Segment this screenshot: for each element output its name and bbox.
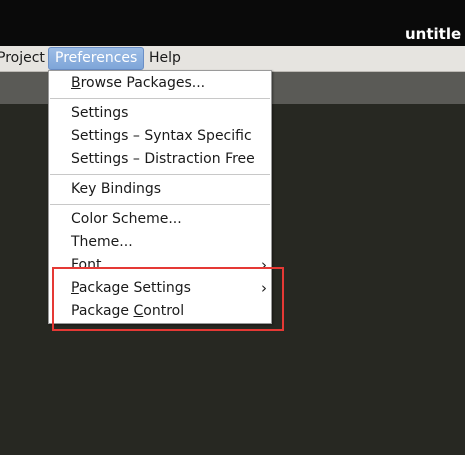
menu-item-key-bindings[interactable]: Key Bindings: [71, 178, 161, 200]
menu-item-theme[interactable]: Theme...: [71, 231, 133, 253]
menu-item-settings-distraction[interactable]: Settings – Distraction Free: [71, 148, 255, 170]
label-part: rowse Packages...: [80, 75, 206, 91]
annotation-highlight-box: [52, 267, 284, 331]
menu-separator: [50, 174, 270, 175]
title-bar: untitle: [0, 0, 465, 46]
menu-project[interactable]: Project: [0, 48, 45, 69]
menu-item-settings[interactable]: Settings: [71, 102, 128, 124]
menu-item-color-scheme[interactable]: Color Scheme...: [71, 208, 182, 230]
menu-separator: [50, 204, 270, 205]
window-title: untitle: [405, 25, 462, 43]
menu-item-settings-syntax[interactable]: Settings – Syntax Specific: [71, 125, 252, 147]
menu-help[interactable]: Help: [149, 48, 181, 69]
mnemonic: B: [71, 75, 81, 91]
menu-separator: [50, 98, 270, 99]
menu-item-browse-packages[interactable]: Browse Packages...: [71, 72, 205, 94]
menu-preferences[interactable]: Preferences: [48, 47, 145, 70]
menu-bar: Project Preferences Help: [0, 46, 465, 72]
